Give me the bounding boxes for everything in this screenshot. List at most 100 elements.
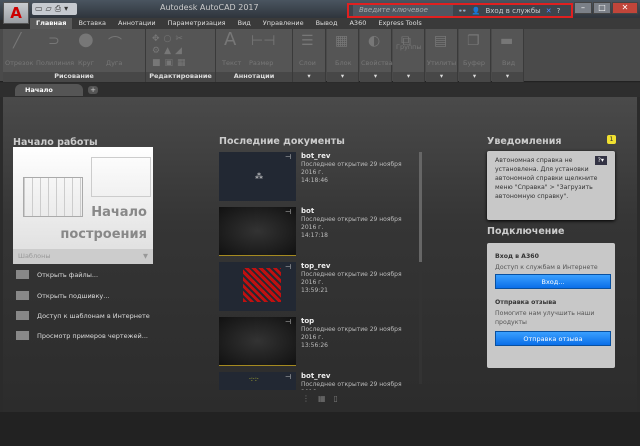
folder-icon bbox=[16, 270, 29, 279]
recent-scrollbar[interactable] bbox=[419, 152, 422, 384]
open-files-link[interactable]: Открыть файлы... bbox=[16, 270, 98, 279]
help-button[interactable]: ? bbox=[557, 7, 561, 15]
doc-name: bot bbox=[301, 207, 315, 215]
dimension-tool[interactable]: Размер bbox=[249, 59, 273, 67]
send-feedback-button[interactable]: Отправка отзыва bbox=[495, 331, 611, 346]
panel-block[interactable]: ▦ Блок ▾ bbox=[327, 29, 359, 82]
a360-text: Доступ к службам в Интернете bbox=[495, 264, 598, 271]
signin-button[interactable]: Вход... bbox=[495, 274, 611, 289]
tab-annotate[interactable]: Аннотации bbox=[112, 18, 162, 29]
ribbon-tabs: Главная Вставка Аннотации Параметризация… bbox=[30, 18, 640, 29]
help-dropdown-icon[interactable]: ?▾ bbox=[594, 156, 607, 165]
recent-document[interactable]: ⊣ top Последнее открытие 29 ноября 2016 г.… bbox=[219, 317, 414, 369]
templates-dropdown[interactable]: Шаблоны ▼ bbox=[13, 249, 153, 264]
new-tab-button[interactable]: + bbox=[88, 86, 98, 94]
tab-manage[interactable]: Управление bbox=[257, 18, 310, 29]
layers-label: Слои bbox=[299, 59, 316, 67]
exchange-icon[interactable]: ✕ bbox=[546, 7, 552, 15]
maximize-button[interactable]: □ bbox=[593, 2, 611, 14]
polyline-icon: ⊃ bbox=[48, 33, 60, 49]
link-label: Доступ к шаблонам в Интернете bbox=[37, 311, 150, 320]
panel-modify-label[interactable]: Редактирование bbox=[146, 72, 215, 82]
pin-icon[interactable]: ⊣ bbox=[285, 153, 291, 161]
feedback-title: Отправка отзыва bbox=[495, 299, 557, 306]
pin-icon[interactable]: ⊣ bbox=[285, 318, 291, 326]
tile-title-line2: построения bbox=[60, 227, 147, 242]
connect-heading: Подключение bbox=[487, 226, 565, 237]
panel-clipboard[interactable]: ❐ Буфер ▾ bbox=[459, 29, 491, 82]
block-label: Блок bbox=[335, 59, 352, 67]
doc-time: 14:17:18 bbox=[301, 232, 328, 239]
open-sheet-set-link[interactable]: Открыть подшивку... bbox=[16, 291, 109, 300]
layers-icon: ☰ bbox=[301, 33, 314, 49]
binoculars-icon[interactable]: 👓 bbox=[458, 7, 467, 15]
floorplan-illustration bbox=[91, 157, 151, 197]
panel-modify: ✥○✂ ⚙▲◢ ■▣▦ Редактирование bbox=[146, 29, 216, 82]
tab-home[interactable]: Главная bbox=[30, 18, 73, 29]
building-illustration bbox=[23, 177, 83, 217]
infocenter-toolbar: Введите ключевое слово/фразу 👓 👤 Вход в … bbox=[347, 3, 573, 25]
notification-card: ?▾ Автономная справка не установлена. Дл… bbox=[487, 151, 615, 220]
recent-document[interactable]: ⁂ ⊣ bot_rev Последнее открытие 29 ноября 20… bbox=[219, 152, 414, 204]
tab-express-tools[interactable]: Express Tools bbox=[372, 18, 427, 29]
tab-insert[interactable]: Вставка bbox=[72, 18, 112, 29]
doc-opened: Последнее открытие 29 ноября 2016 г. bbox=[301, 161, 402, 176]
link-label: Открыть подшивку... bbox=[37, 291, 110, 300]
recent-documents-heading: Последние документы bbox=[219, 136, 345, 147]
sample-drawings-link[interactable]: Просмотр примеров чертежей... bbox=[16, 331, 148, 340]
arc-tool[interactable]: Дуга bbox=[106, 59, 122, 67]
pin-icon[interactable]: ⊣ bbox=[285, 208, 291, 216]
panel-properties[interactable]: ◐ Свойства ▾ bbox=[360, 29, 393, 82]
signin-dropdown[interactable]: Вход в службы bbox=[485, 7, 540, 15]
text-tool[interactable]: Текст bbox=[222, 59, 241, 67]
a360-title: Вход в A360 bbox=[495, 253, 539, 260]
circle-tool[interactable]: Круг bbox=[78, 59, 94, 67]
documents-icon bbox=[16, 331, 29, 340]
notification-count-badge: 1 bbox=[607, 135, 616, 144]
panel-annotation-label[interactable]: Аннотации bbox=[216, 72, 292, 82]
recent-document[interactable]: ·:·:· ⊣ bot_rev Последнее открытие 29 ноябр… bbox=[219, 372, 414, 390]
close-button[interactable]: ✕ bbox=[612, 2, 638, 14]
panel-draw: ╱ ⊃ ● ⌒ Отрезок Полилиния Круг Дуга Рисо… bbox=[3, 29, 146, 82]
search-input[interactable]: Введите ключевое слово/фразу bbox=[353, 5, 453, 25]
polyline-tool[interactable]: Полилиния bbox=[36, 59, 74, 67]
doc-opened: Последнее открытие 29 ноября 2016 г. bbox=[301, 326, 402, 341]
line-tool[interactable]: Отрезок bbox=[5, 59, 33, 67]
doc-name: top bbox=[301, 317, 315, 325]
sheet-set-icon bbox=[16, 291, 29, 300]
arc-icon: ⌒ bbox=[108, 36, 122, 52]
window-title: Autodesk AutoCAD 2017 bbox=[160, 3, 259, 12]
ribbon: ╱ ⊃ ● ⌒ Отрезок Полилиния Круг Дуга Рисо… bbox=[0, 29, 640, 82]
panel-layers[interactable]: ☰ Слои ▾ bbox=[293, 29, 326, 82]
groups-label: Группы bbox=[396, 43, 422, 51]
tab-a360[interactable]: A360 bbox=[343, 18, 372, 29]
application-menu-button[interactable]: A bbox=[3, 2, 29, 24]
online-templates-link[interactable]: Доступ к шаблонам в Интернете bbox=[16, 311, 150, 320]
template-icon bbox=[16, 311, 29, 320]
tab-output[interactable]: Вывод bbox=[310, 18, 344, 29]
pin-icon[interactable]: ⊣ bbox=[285, 263, 291, 271]
text-icon: A bbox=[224, 29, 237, 50]
panel-groups[interactable]: ⧉ Группы ▾ bbox=[393, 29, 425, 82]
file-tab-start[interactable]: Начало bbox=[15, 84, 83, 96]
quick-access-toolbar[interactable]: ▭▱⎙▾ bbox=[32, 3, 77, 15]
feedback-text: Помогите нам улучшить наши продукты bbox=[495, 310, 595, 326]
recent-document[interactable]: ⊣ top_rev Последнее открытие 29 ноября 201… bbox=[219, 262, 414, 314]
modify-tools-icon[interactable]: ✥○✂ ⚙▲◢ ■▣▦ bbox=[152, 33, 190, 69]
panel-draw-label[interactable]: Рисование bbox=[3, 72, 145, 82]
notifications-heading: Уведомления bbox=[487, 136, 562, 147]
panel-annotation: A ⊢⊣ Текст Размер Аннотации bbox=[216, 29, 293, 82]
tab-parametric[interactable]: Параметризация bbox=[162, 18, 232, 29]
panel-view[interactable]: ▬ Вид ▾ bbox=[492, 29, 524, 82]
tile-title-line1: Начало bbox=[91, 205, 147, 220]
user-icon: 👤 bbox=[471, 6, 481, 15]
recent-document[interactable]: ⊣ bot Последнее открытие 29 ноября 2016 г.… bbox=[219, 207, 414, 259]
doc-opened: Последнее открытие 29 ноября 2016 г. bbox=[301, 216, 402, 231]
view-mode-icons[interactable]: ⋮▦▯ bbox=[302, 394, 346, 403]
start-drawing-tile[interactable]: Начало построения Шаблоны ▼ bbox=[13, 147, 153, 264]
panel-utilities[interactable]: ▤ Утилиты ▾ bbox=[426, 29, 458, 82]
pin-icon[interactable]: ⊣ bbox=[285, 373, 291, 381]
minimize-button[interactable]: – bbox=[574, 2, 592, 14]
link-label: Просмотр примеров чертежей... bbox=[37, 331, 148, 340]
tab-view[interactable]: Вид bbox=[232, 18, 257, 29]
